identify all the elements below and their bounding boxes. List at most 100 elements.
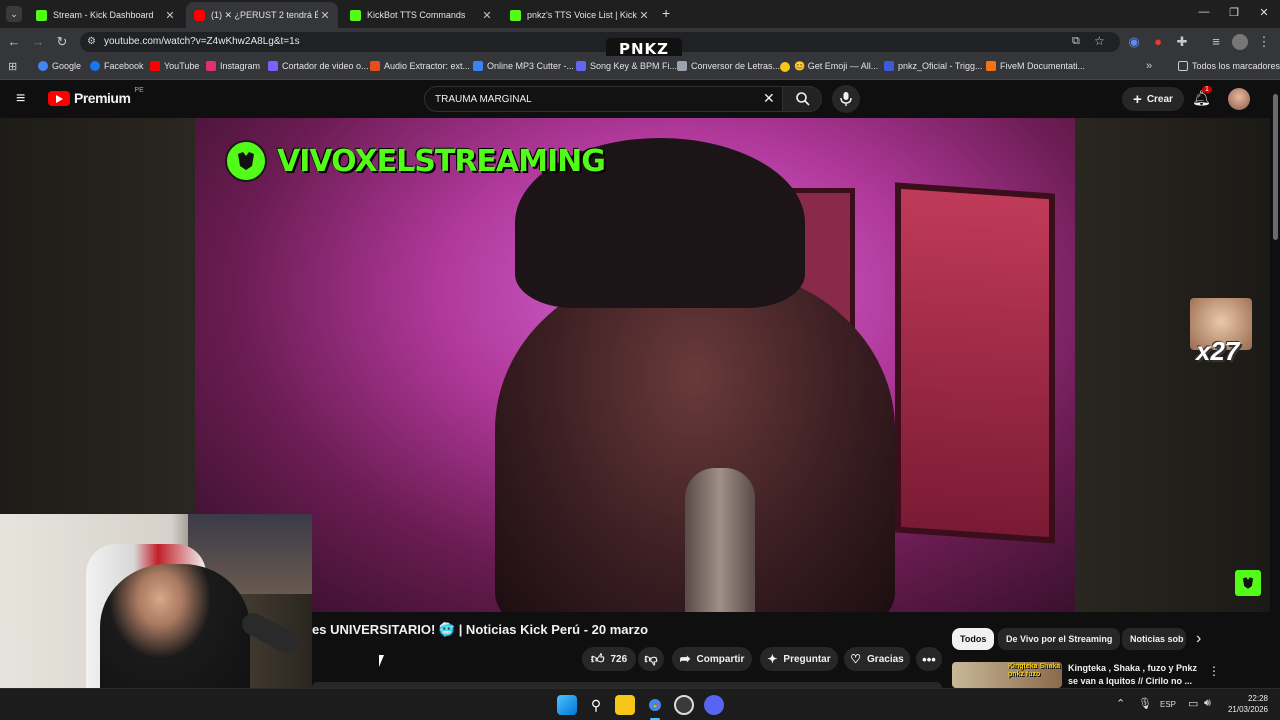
- reload-icon[interactable]: ↻: [54, 34, 70, 50]
- youtube-icon: [150, 61, 160, 71]
- tab-title: Stream - Kick Dashboard: [53, 10, 154, 20]
- back-icon[interactable]: ←: [6, 34, 22, 50]
- puzzle-icon[interactable]: ✚: [1174, 34, 1190, 50]
- bookmark-icon: [884, 61, 894, 71]
- microphone-shape: [685, 468, 755, 612]
- clock-date: 21/03/2026: [1227, 705, 1268, 714]
- notification-badge: 1: [1202, 86, 1212, 93]
- tab-title: pnkz's TTS Voice List | KickBot: [527, 10, 637, 20]
- file-explorer-icon[interactable]: [615, 695, 635, 715]
- apps-grid-icon[interactable]: ⊞: [8, 60, 17, 73]
- close-icon[interactable]: ✕: [637, 9, 651, 22]
- bookmark-youtube[interactable]: YouTube: [150, 61, 199, 71]
- dislike-button[interactable]: 👎︎: [638, 647, 664, 671]
- emoji-icon: [780, 61, 790, 72]
- start-menu-icon[interactable]: [557, 695, 577, 715]
- search-input[interactable]: TRAUMA MARGINAL ✕: [424, 86, 788, 112]
- video-frame: VIVOXELSTREAMING: [195, 118, 1075, 612]
- windows-taskbar: ⚲ ⌃ 🎙︎ ESP ▭ 🔊︎ 22:28 21/03/2026: [0, 688, 1280, 720]
- bookmark-get-emoji[interactable]: 😊 Get Emoji — All...: [780, 61, 878, 72]
- voice-search-button[interactable]: [832, 85, 860, 113]
- bookmark-facebook[interactable]: Facebook: [90, 61, 144, 71]
- profile-avatar[interactable]: [1232, 34, 1248, 50]
- share-icon: ➦: [679, 651, 691, 666]
- tray-chevron-icon[interactable]: ⌃: [1116, 697, 1125, 710]
- bookmark-instagram[interactable]: Instagram: [206, 61, 260, 71]
- close-icon[interactable]: ✕: [480, 9, 494, 22]
- menu-icon[interactable]: ⋮: [1256, 34, 1272, 50]
- thanks-button[interactable]: ♡ Gracias: [844, 647, 910, 671]
- kickbot-icon: [350, 9, 361, 21]
- tray-microphone-icon[interactable]: 🎙︎: [1138, 697, 1152, 710]
- youtube-header: ≡ Premium PE TRAUMA MARGINAL ✕ + Crear 🔔…: [0, 80, 1280, 118]
- restore-icon[interactable]: ❐: [1226, 6, 1242, 19]
- chip-noticias[interactable]: Noticias sob: [1122, 628, 1186, 650]
- tab-title: (1) ✕ ¿PERUST 2 tendrá ÉXITO: [211, 9, 318, 20]
- bookmark-song-key[interactable]: Song Key & BPM Fi...: [576, 61, 677, 71]
- share-button[interactable]: ➦ Compartir: [672, 647, 752, 671]
- text-icon: [677, 61, 687, 71]
- clear-search-icon[interactable]: ✕: [763, 90, 775, 107]
- tab-kickbot-voices[interactable]: pnkz's TTS Voice List | KickBot ✕: [502, 2, 657, 28]
- bookmark-star-icon[interactable]: ☆: [1094, 34, 1105, 48]
- clock[interactable]: 22:28 21/03/2026: [1222, 693, 1268, 715]
- tab-youtube-video[interactable]: (1) ✕ ¿PERUST 2 tendrá ÉXITO ✕: [186, 2, 338, 28]
- language-indicator[interactable]: ESP: [1160, 700, 1176, 709]
- tab-search-button[interactable]: ⌄: [6, 6, 22, 22]
- new-tab-button[interactable]: +: [662, 5, 670, 21]
- volume-icon[interactable]: 🔊︎: [1204, 697, 1211, 710]
- create-button[interactable]: + Crear: [1122, 87, 1184, 111]
- bookmark-google[interactable]: Google: [38, 61, 81, 71]
- bookmark-letter-converter[interactable]: Conversor de Letras...: [677, 61, 780, 71]
- close-icon[interactable]: ✕: [163, 9, 177, 22]
- reading-list-icon[interactable]: ≡: [1208, 34, 1224, 50]
- bookmark-fivem-docs[interactable]: FiveM Documentati...: [986, 61, 1085, 71]
- like-button[interactable]: 👍︎ 726: [582, 647, 636, 671]
- minimize-icon[interactable]: —: [1196, 6, 1212, 18]
- chip-de-vivo[interactable]: De Vivo por el Streaming: [998, 628, 1121, 650]
- install-icon[interactable]: ⧉: [1072, 35, 1080, 48]
- ask-button[interactable]: ✦ Preguntar: [760, 647, 838, 671]
- webcam-overlay: [0, 514, 312, 704]
- close-window-icon[interactable]: ✕: [1256, 6, 1272, 19]
- bookmark-video-cutter[interactable]: Cortador de video o...: [268, 61, 369, 71]
- forward-icon[interactable]: →: [30, 34, 46, 50]
- chrome-icon[interactable]: [645, 695, 665, 715]
- more-actions-button[interactable]: •••: [916, 647, 942, 671]
- related-video[interactable]: Kingteka Shaka pnkz fuzo Kingteka , Shak…: [952, 662, 1220, 688]
- notifications-button[interactable]: 🔔︎ 1: [1192, 86, 1212, 108]
- instagram-icon: [206, 61, 216, 71]
- address-bar[interactable]: ⚙ youtube.com/watch?v=Z4wKhw2A8Lg&t=1s ⧉…: [80, 32, 1120, 52]
- extension-icon[interactable]: ◉: [1126, 34, 1142, 50]
- more-bookmarks-icon[interactable]: »: [1146, 60, 1152, 72]
- bookmark-audio-extractor[interactable]: Audio Extractor: ext...: [370, 61, 470, 71]
- discord-icon[interactable]: [704, 695, 724, 715]
- scrollbar-thumb[interactable]: [1273, 94, 1278, 240]
- site-info-icon[interactable]: ⚙: [87, 36, 96, 47]
- streamer-silhouette: [100, 564, 250, 704]
- chip-all[interactable]: Todos: [952, 628, 995, 650]
- tab-kickbot-commands[interactable]: KickBot TTS Commands ✕: [342, 2, 500, 28]
- related-title-line-1: Kingteka , Shaka , fuzo y Pnkz: [1068, 663, 1198, 673]
- hamburger-menu-icon[interactable]: ≡: [16, 90, 25, 108]
- search-icon: [796, 92, 810, 106]
- bookmark-pnkz-trigger[interactable]: pnkz_Oficial - Trigg...: [884, 61, 983, 71]
- chevron-down-icon: ⌄: [10, 9, 18, 19]
- related-thumbnail-text: Kingteka Shaka pnkz fuzo: [1008, 663, 1061, 678]
- tab-title: KickBot TTS Commands: [367, 10, 466, 20]
- extension-icon[interactable]: ●: [1150, 34, 1166, 50]
- search-button[interactable]: [782, 86, 822, 112]
- tab-kick-dashboard[interactable]: Stream - Kick Dashboard ✕: [28, 2, 183, 28]
- bookmark-mp3-cutter[interactable]: Online MP3 Cutter -...: [473, 61, 574, 71]
- close-icon[interactable]: ✕: [318, 9, 332, 22]
- obs-icon[interactable]: [674, 695, 694, 715]
- chevron-right-icon[interactable]: ›: [1196, 630, 1201, 648]
- channel-watermark-text: VIVOXELSTREAMING: [277, 143, 606, 179]
- account-avatar[interactable]: [1228, 88, 1250, 110]
- related-menu-icon[interactable]: ⋮: [1208, 664, 1220, 678]
- page-scrollbar[interactable]: [1271, 80, 1280, 688]
- taskbar-search-icon[interactable]: ⚲: [586, 695, 606, 715]
- all-bookmarks-folder[interactable]: Todos los marcadores: [1178, 61, 1280, 71]
- network-icon[interactable]: ▭: [1188, 697, 1198, 710]
- youtube-premium-logo[interactable]: Premium PE: [48, 87, 144, 106]
